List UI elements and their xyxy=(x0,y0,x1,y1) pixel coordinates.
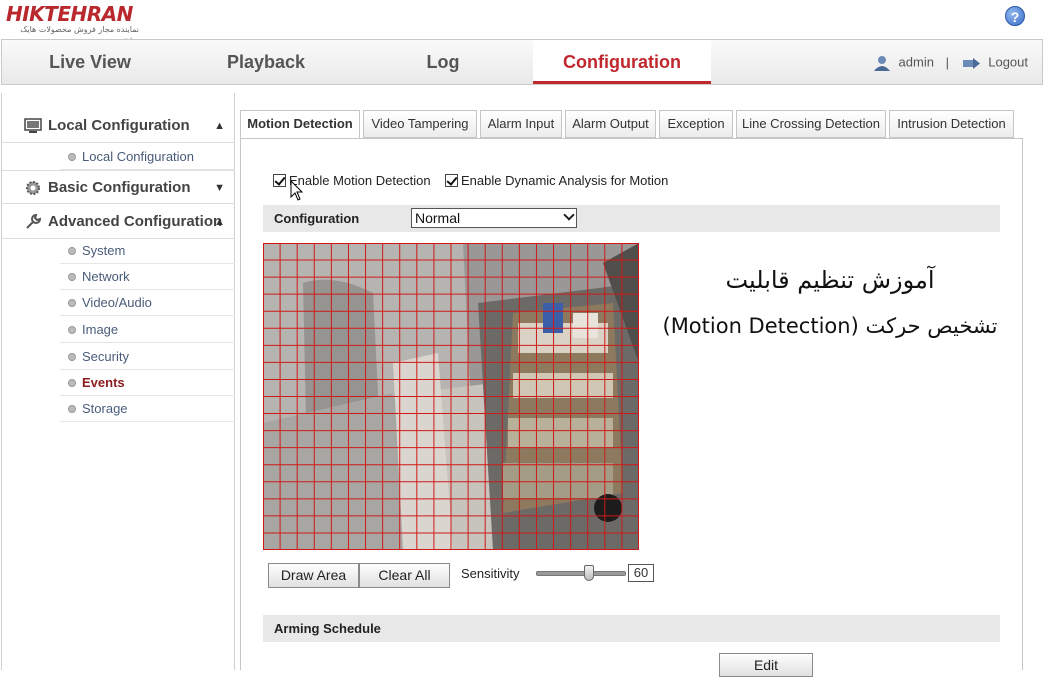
chevron-down-icon xyxy=(563,209,575,221)
sidebar-advanced-label: Advanced Configuration xyxy=(48,213,223,230)
tab-motion-detection[interactable]: Motion Detection xyxy=(240,110,360,139)
checkbox-checked-icon[interactable] xyxy=(273,174,286,187)
camera-image xyxy=(263,243,639,550)
bullet-icon xyxy=(68,379,76,387)
sidebar-item-events[interactable]: Events xyxy=(60,370,235,396)
sidebar-item-label: Storage xyxy=(82,401,128,416)
nav-configuration[interactable]: Configuration xyxy=(533,40,711,84)
monitor-icon xyxy=(24,118,42,133)
edit-button[interactable]: Edit xyxy=(719,653,813,677)
sidebar: Local Configuration ▲ Local Configuratio… xyxy=(1,93,235,670)
sidebar-item-label: Video/Audio xyxy=(82,295,152,310)
sidebar-local-configuration[interactable]: Local Configuration ▲ xyxy=(2,109,235,143)
sensitivity-slider-track[interactable] xyxy=(536,571,626,576)
video-preview[interactable] xyxy=(263,243,639,550)
sensitivity-value[interactable]: 60 xyxy=(628,564,654,582)
top-bar: HIKTEHRAN نماینده مجاز فروش محصولات هایک… xyxy=(0,0,1049,44)
sidebar-item-image[interactable]: Image xyxy=(60,317,235,343)
sidebar-basic-label: Basic Configuration xyxy=(48,179,191,196)
sidebar-item-local-configuration[interactable]: Local Configuration xyxy=(60,144,235,170)
bullet-icon xyxy=(68,405,76,413)
clear-all-button[interactable]: Clear All xyxy=(359,563,450,588)
tab-video-tampering[interactable]: Video Tampering xyxy=(363,110,477,138)
sidebar-item-system[interactable]: System xyxy=(60,238,235,264)
configuration-label: Configuration xyxy=(274,211,360,226)
tab-exception[interactable]: Exception xyxy=(659,110,733,138)
user-icon xyxy=(873,55,890,71)
tab-alarm-output[interactable]: Alarm Output xyxy=(565,110,656,138)
gear-icon xyxy=(26,181,40,195)
nav-log[interactable]: Log xyxy=(355,40,531,84)
mouse-cursor-icon xyxy=(290,180,304,201)
username: admin xyxy=(898,54,934,70)
user-separator: | xyxy=(945,54,949,70)
sidebar-item-label: Local Configuration xyxy=(82,149,195,164)
tutorial-title-line1: آموزش تنظیم قابلیت xyxy=(725,266,935,294)
sidebar-item-label: Events xyxy=(82,375,125,390)
bullet-icon xyxy=(68,273,76,281)
enable-dynamic-analysis-checkbox[interactable]: Enable Dynamic Analysis for Motion xyxy=(445,173,668,189)
sidebar-local-label: Local Configuration xyxy=(48,117,190,134)
arming-schedule-label: Arming Schedule xyxy=(274,621,381,636)
logout-link[interactable]: Logout xyxy=(988,55,1028,70)
tutorial-title-line2: تشخیص حرکت (Motion Detection) xyxy=(662,314,998,338)
sidebar-item-video-audio[interactable]: Video/Audio xyxy=(60,290,235,316)
bullet-icon xyxy=(68,353,76,361)
bullet-icon xyxy=(68,326,76,334)
bullet-icon xyxy=(68,153,76,161)
help-icon[interactable]: ? xyxy=(1005,6,1025,26)
sidebar-item-label: Network xyxy=(82,269,130,284)
sidebar-item-storage[interactable]: Storage xyxy=(60,396,235,422)
chevron-down-icon: ▼ xyxy=(214,182,225,194)
nav-playback[interactable]: Playback xyxy=(178,40,354,84)
enable-motion-label: Enable Motion Detection xyxy=(289,173,431,188)
user-area: admin | Logout xyxy=(873,40,1028,84)
wrench-icon xyxy=(26,213,42,229)
bullet-icon xyxy=(68,299,76,307)
sidebar-item-security[interactable]: Security xyxy=(60,344,235,370)
configuration-select[interactable]: Normal xyxy=(411,208,577,228)
logout-icon[interactable] xyxy=(961,54,981,72)
configuration-select-value: Normal xyxy=(415,210,461,226)
arming-schedule-row: Arming Schedule xyxy=(263,615,1000,642)
sidebar-advanced-configuration[interactable]: Advanced Configuration ▲ xyxy=(2,205,235,239)
main-nav: Live View Playback Log Configuration adm… xyxy=(1,39,1043,85)
tab-intrusion-detection[interactable]: Intrusion Detection xyxy=(889,110,1014,138)
sensitivity-label: Sensitivity xyxy=(461,566,520,581)
tab-line-crossing-detection[interactable]: Line Crossing Detection xyxy=(736,110,886,138)
tab-alarm-input[interactable]: Alarm Input xyxy=(480,110,562,138)
sidebar-item-label: Image xyxy=(82,322,119,337)
enable-dynamic-label: Enable Dynamic Analysis for Motion xyxy=(461,173,669,188)
configuration-row: Configuration Normal xyxy=(263,205,1000,232)
draw-area-button[interactable]: Draw Area xyxy=(268,563,359,588)
chevron-up-icon: ▲ xyxy=(214,216,225,228)
sidebar-item-network[interactable]: Network xyxy=(60,264,235,290)
sidebar-basic-configuration[interactable]: Basic Configuration ▼ xyxy=(2,170,235,204)
sidebar-item-label: Security xyxy=(82,349,129,364)
nav-live-view[interactable]: Live View xyxy=(2,40,178,84)
logo-text: HIKTEHRAN xyxy=(6,2,133,26)
sensitivity-slider-thumb[interactable] xyxy=(584,565,594,581)
sidebar-item-label: System xyxy=(82,243,126,258)
chevron-up-icon: ▲ xyxy=(214,120,225,132)
bullet-icon xyxy=(68,247,76,255)
checkbox-checked-icon[interactable] xyxy=(445,174,458,187)
